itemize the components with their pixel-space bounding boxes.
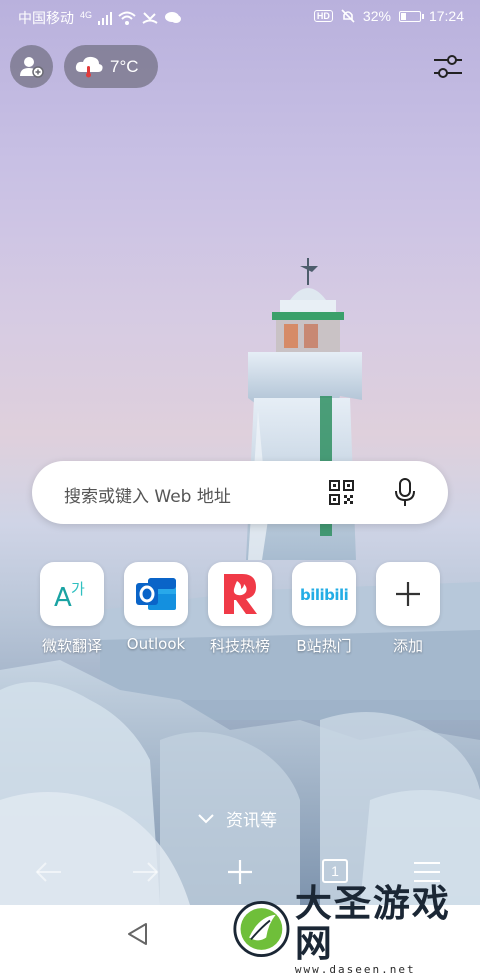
bilibili-icon: bilibili: [300, 586, 349, 604]
temperature-label: 7°C: [110, 56, 139, 76]
signal-icon: [98, 12, 113, 25]
watermark: 大圣游戏网 www.daseen.net: [232, 883, 480, 976]
battery-percent: 32%: [362, 8, 391, 24]
news-feed-toggle[interactable]: 资讯等: [198, 806, 277, 831]
arrow-right-icon[interactable]: [130, 857, 160, 887]
r-flame-icon: [224, 574, 257, 614]
shortcut-bilibili-hot[interactable]: bilibili B站热门: [292, 562, 356, 656]
shortcut-label: 科技热榜: [209, 637, 270, 655]
mute-icon: [341, 9, 355, 23]
qr-scan-icon[interactable]: [329, 480, 354, 505]
watermark-logo: [233, 900, 290, 958]
new-tab-icon[interactable]: [225, 857, 255, 887]
shortcut-grid: A 가 微软翻译 Outlook 科技热榜 bilibili B站热门 添加: [40, 562, 440, 662]
carrier-label: 中国移动: [18, 10, 74, 26]
shortcut-outlook[interactable]: Outlook: [124, 562, 188, 653]
shortcut-label: Outlook: [126, 635, 186, 653]
tab-switcher-button[interactable]: 1: [322, 859, 348, 883]
network-type-label: 4G: [80, 10, 93, 20]
weather-chip[interactable]: 7°C: [64, 45, 158, 88]
chat-icon: [165, 12, 182, 23]
clock: 17:24: [428, 8, 464, 24]
triangle-back-icon[interactable]: [126, 922, 148, 946]
outlook-icon: [136, 578, 176, 610]
hd-badge: HD: [313, 10, 333, 22]
svg-text:bilibili: bilibili: [300, 586, 348, 604]
missed-call-icon: [142, 12, 158, 24]
svg-text:A: A: [54, 583, 72, 612]
shortcut-tech-hot[interactable]: 科技热榜: [208, 562, 272, 656]
search-bar[interactable]: 搜索或键入 Web 地址: [32, 461, 448, 524]
shortcut-label: 微软翻译: [41, 637, 102, 655]
background-wallpaper: [0, 258, 480, 905]
battery-icon: [398, 10, 424, 22]
watermark-url: www.daseen.net: [294, 962, 416, 976]
translator-icon: A 가: [54, 580, 85, 612]
chevron-down-icon: [198, 813, 214, 823]
shortcut-label: B站热门: [296, 637, 352, 655]
browser-home-screen: 中国移动 4G HD 32% 17:24 7°C 搜索或键入 Web 地址 A …: [0, 0, 480, 905]
microphone-icon[interactable]: [394, 478, 416, 507]
plus-icon: [396, 582, 420, 606]
cloud-rain-icon: [75, 56, 103, 77]
wifi-icon: [118, 11, 136, 25]
news-toggle-label: 资讯等: [226, 811, 277, 831]
sliders-icon[interactable]: [432, 52, 464, 82]
search-placeholder: 搜索或键入 Web 地址: [64, 487, 231, 507]
status-bar: 中国移动 4G HD 32% 17:24: [0, 0, 480, 34]
shortcut-add[interactable]: 添加: [376, 562, 440, 656]
shortcut-microsoft-translator[interactable]: A 가 微软翻译: [40, 562, 104, 656]
arrow-left-icon[interactable]: [34, 857, 64, 887]
watermark-text: 大圣游戏网: [294, 880, 451, 965]
svg-text:가: 가: [71, 580, 85, 598]
add-profile-icon: [19, 56, 44, 78]
tab-count: 1: [331, 863, 339, 879]
profile-button[interactable]: [10, 45, 53, 88]
shortcut-label: 添加: [392, 637, 423, 655]
